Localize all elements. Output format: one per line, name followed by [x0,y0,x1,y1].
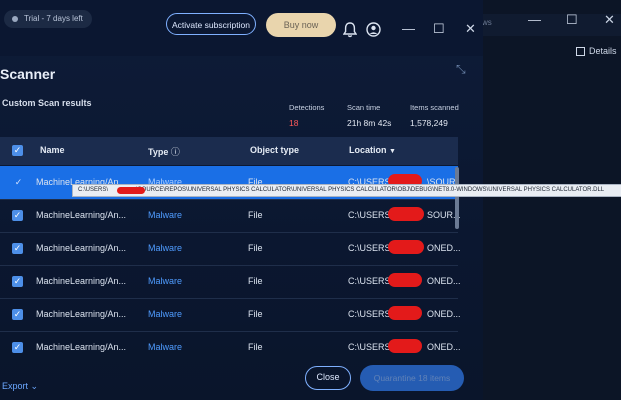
row-location-prefix: C:\USERS\ [348,276,394,286]
row-checkbox[interactable]: ✓ [12,210,23,221]
close-button[interactable]: Close [305,366,351,390]
table-row[interactable]: ✓ MachineLearning/An... Malware File C:\… [0,298,461,332]
trial-badge[interactable]: Trial - 7 days left [4,10,92,28]
location-tooltip: C:\USERS\ \SOURCE\REPOS\UNIVERSAL PHYSICS… [72,184,621,197]
table-row[interactable]: ✓ MachineLearning/An... Malware File C:\… [0,331,461,364]
row-type[interactable]: Malware [148,243,182,253]
items-scanned-value: 1,578,249 [410,118,448,128]
details-icon [576,46,585,56]
chevron-down-icon: ⌄ [30,381,39,391]
table-header: ✓ Name Type ⓘ Object type Location ▼ [0,137,458,165]
collapse-icon[interactable]: ⤡ [456,62,466,77]
row-type[interactable]: Malware [148,276,182,286]
bg-close-icon[interactable]: ✕ [604,12,615,28]
redaction-mark [388,273,422,287]
row-object-type: File [248,342,263,352]
row-location-prefix: C:\USERS\ [348,210,394,220]
row-type[interactable]: Malware [148,342,182,352]
detections-label: Detections [289,103,325,112]
trial-icon [12,16,18,22]
details-label: Details [589,46,617,56]
scan-time-value: 21h 8m 42s [347,118,392,128]
bg-maximize-icon[interactable]: ☐ [566,12,578,28]
tooltip-path-suffix: \SOURCE\REPOS\UNIVERSAL PHYSICS CALCULAT… [136,187,605,193]
bg-minimize-icon[interactable]: — [528,12,541,27]
row-name: MachineLearning/An... [36,210,127,220]
tooltip-path-prefix: C:\USERS\ [78,187,109,193]
table-row[interactable]: ✓ MachineLearning/An... Malware File C:\… [0,232,461,266]
export-label: Export [2,381,29,391]
account-icon[interactable] [366,22,381,40]
export-button[interactable]: Export ⌄ [2,381,38,392]
row-object-type: File [248,309,263,319]
scanner-window: Trial - 7 days left Activate subscriptio… [0,0,483,400]
column-object-type[interactable]: Object type [250,145,299,155]
info-icon[interactable]: ⓘ [171,147,180,157]
row-location-suffix: ONED... [427,309,461,319]
row-object-type: File [248,243,263,253]
background-peek-text: ws [482,18,492,27]
row-location-prefix: C:\USERS\ [348,342,394,352]
title-bar: Trial - 7 days left Activate subscriptio… [0,0,483,56]
redaction-mark [388,339,422,353]
items-scanned-stat: Items scanned 1,578,249 [410,103,459,128]
row-location-suffix: ONED... [427,276,461,286]
sort-down-icon: ▼ [389,148,396,155]
redaction-mark [388,306,422,320]
scan-time-stat: Scan time 21h 8m 42s [347,103,391,128]
row-name: MachineLearning/An... [36,243,127,253]
column-location-label: Location [349,145,387,155]
details-button[interactable]: Details [576,46,617,56]
row-location-prefix: C:\USERS\ [348,309,394,319]
row-checkbox[interactable]: ✓ [12,342,23,353]
background-titlebar [480,14,621,36]
row-checkbox[interactable]: ✓ [12,243,23,254]
detections-stat: Detections 18 [289,103,324,128]
row-type[interactable]: Malware [148,309,182,319]
activate-subscription-button[interactable]: Activate subscription [166,13,256,35]
maximize-icon[interactable]: ☐ [433,22,445,36]
items-scanned-label: Items scanned [410,103,459,112]
bell-icon[interactable] [342,22,358,41]
row-object-type: File [248,210,263,220]
minimize-icon[interactable]: — [402,22,415,36]
redaction-mark [388,240,424,254]
table-row[interactable]: ✓ MachineLearning/An... Malware File C:\… [0,265,461,299]
quarantine-button[interactable]: Quarantine 18 items [360,365,464,391]
row-name: MachineLearning/An... [36,309,127,319]
scan-time-label: Scan time [347,103,381,112]
column-type[interactable]: Type ⓘ [148,145,180,158]
row-name: MachineLearning/An... [36,342,127,352]
column-name[interactable]: Name [40,145,65,155]
detections-value: 18 [289,118,299,128]
row-checkbox[interactable]: ✓ [12,309,23,320]
row-location-prefix: C:\USERS\ [348,243,394,253]
table-scrollbar[interactable] [455,167,459,229]
row-checkbox[interactable]: ✓ [12,276,23,287]
table-row[interactable]: ✓ MachineLearning/An... Malware File C:\… [0,199,461,233]
row-object-type: File [248,276,263,286]
trial-badge-label: Trial - 7 days left [24,14,83,23]
row-checkbox[interactable]: ✓ [13,177,24,188]
row-location-suffix: ONED... [427,243,461,253]
row-name: MachineLearning/An... [36,276,127,286]
buy-now-button[interactable]: Buy now [266,13,336,37]
row-type[interactable]: Malware [148,210,182,220]
redaction-mark [388,207,424,221]
page-title: Scanner [0,66,56,82]
column-location[interactable]: Location ▼ [349,145,396,155]
scan-results-subtitle: Custom Scan results [2,98,92,108]
select-all-checkbox[interactable]: ✓ [12,145,23,156]
close-window-icon[interactable]: ✕ [465,22,476,36]
background-window: ws — ☐ ✕ Details [480,0,621,400]
column-type-label: Type [148,147,169,157]
redaction-mark [117,187,145,194]
row-location-suffix: ONED... [427,342,461,352]
